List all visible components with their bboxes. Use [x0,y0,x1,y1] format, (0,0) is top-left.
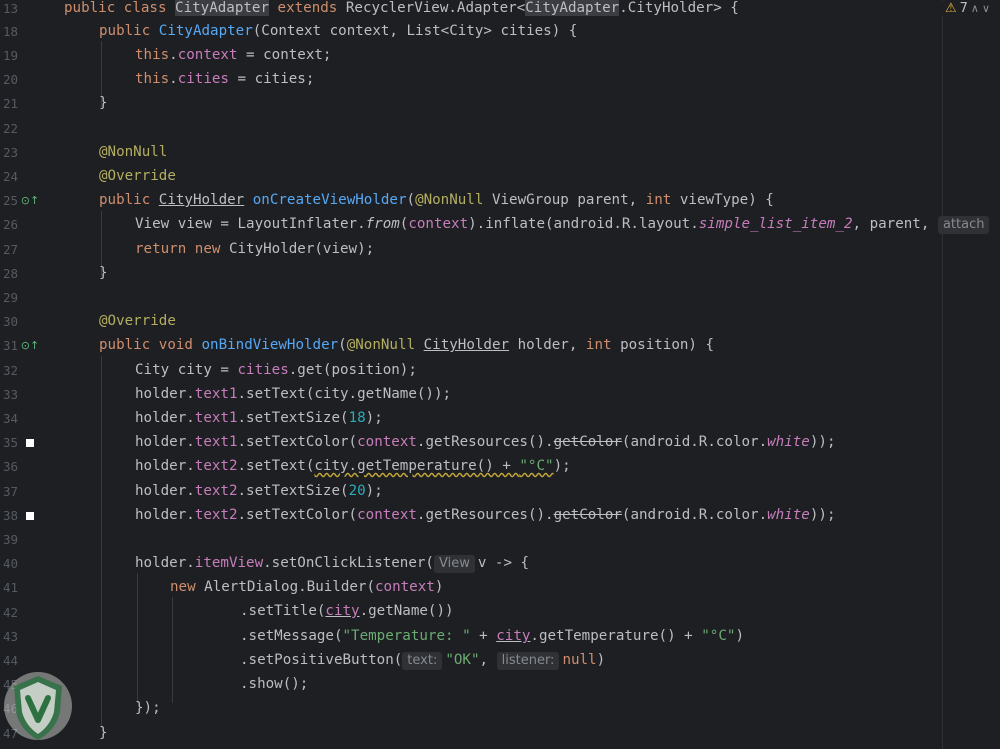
line-number: 26 [2,217,18,232]
line-number: 42 [2,605,18,620]
line-number: 33 [2,387,18,402]
color-preview-icon[interactable] [22,435,38,451]
parameter-hint: listener: [496,652,560,670]
code-line-34[interactable]: holder.text1.setTextSize(18); [135,408,383,428]
code-line-42[interactable]: .setTitle(city.getName()) [240,601,454,621]
line-number: 31 [2,338,18,353]
code-line-31[interactable]: public void onBindViewHolder(@NonNull Ci… [99,335,714,355]
code-line-23[interactable]: @NonNull [99,142,167,162]
code-line-41[interactable]: new AlertDialog.Builder(context) [170,577,443,597]
code-line-18[interactable]: public CityAdapter(Context context, List… [99,21,577,41]
code-line-28[interactable]: } [99,263,108,283]
line-number: 23 [2,145,18,160]
line-number: 41 [2,580,18,595]
line-number: 39 [2,532,18,547]
indent-guide [101,356,102,728]
line-number: 47 [2,726,18,741]
line-number: 18 [2,24,18,39]
indent-guide [137,573,138,703]
warning-count: 7 [959,1,968,16]
color-preview-icon[interactable] [22,508,38,524]
line-number: 20 [2,72,18,87]
line-number: 45 [2,677,18,692]
line-number: 19 [2,48,18,63]
line-number: 36 [2,459,18,474]
right-margin-guide [942,0,943,749]
code-line-21[interactable]: } [99,93,108,113]
line-number: 38 [2,508,18,523]
code-line-13[interactable]: public class CityAdapter extends Recycle… [64,0,739,18]
line-number: 44 [2,653,18,668]
code-line-25[interactable]: public CityHolder onCreateViewHolder(@No… [99,190,774,210]
code-line-20[interactable]: this.cities = cities; [135,69,314,89]
line-number: 24 [2,169,18,184]
line-number: 30 [2,314,18,329]
line-number: 29 [2,290,18,305]
chevron-up-icon[interactable]: ∧ [971,2,979,15]
code-line-36[interactable]: holder.text2.setText(city.getTemperature… [135,456,571,476]
code-line-19[interactable]: this.context = context; [135,45,331,65]
line-number: 32 [2,363,18,378]
line-number: 21 [2,96,18,111]
line-number: 28 [2,266,18,281]
code-line-43[interactable]: .setMessage("Temperature: " + city.getTe… [240,626,744,646]
parameter-hint: text: [402,652,443,670]
code-line-33[interactable]: holder.text1.setText(city.getName()); [135,384,451,404]
code-line-35[interactable]: holder.text1.setTextColor(context.getRes… [135,432,835,452]
override-marker-icon[interactable]: ⊙↑ [21,193,39,209]
inspection-widget[interactable]: ⚠ 7 ∧ ∨ [940,1,994,16]
code-line-24[interactable]: @Override [99,166,176,186]
code-editor[interactable]: 13 18 19 20 21 22 23 24 25 26 27 28 29 3… [0,0,1000,749]
line-number: 43 [2,629,18,644]
code-line-38[interactable]: holder.text2.setTextColor(context.getRes… [135,505,835,525]
line-gutter: 13 18 19 20 21 22 23 24 25 26 27 28 29 3… [0,0,44,749]
code-line-27[interactable]: return new CityHolder(view); [135,239,374,259]
parameter-hint: attach [937,216,990,234]
code-line-26[interactable]: View view = LayoutInflater.from(context)… [135,214,992,234]
line-number: 22 [2,121,18,136]
code-line-32[interactable]: City city = cities.get(position); [135,360,417,380]
indent-guide [172,597,173,703]
code-line-45[interactable]: .show(); [240,674,308,694]
code-line-37[interactable]: holder.text2.setTextSize(20); [135,481,383,501]
line-number: 37 [2,484,18,499]
override-marker-icon[interactable]: ⊙↑ [21,338,39,354]
code-line-30[interactable]: @Override [99,311,176,331]
line-number: 34 [2,411,18,426]
line-number: 46 [2,701,18,716]
line-number: 25 [2,193,18,208]
line-number: 35 [2,435,18,450]
code-line-40[interactable]: holder.itemView.setOnClickListener(View v… [135,553,529,573]
code-line-47[interactable]: } [99,723,108,743]
chevron-down-icon[interactable]: ∨ [982,2,990,15]
line-number: 27 [2,242,18,257]
line-number: 40 [2,556,18,571]
line-number: 13 [2,1,18,16]
code-line-44[interactable]: .setPositiveButton(text: "OK", listener: n… [240,650,605,670]
code-line-46[interactable]: }); [135,698,161,718]
type-hint: View [433,555,475,573]
warning-icon: ⚠ [944,1,957,16]
